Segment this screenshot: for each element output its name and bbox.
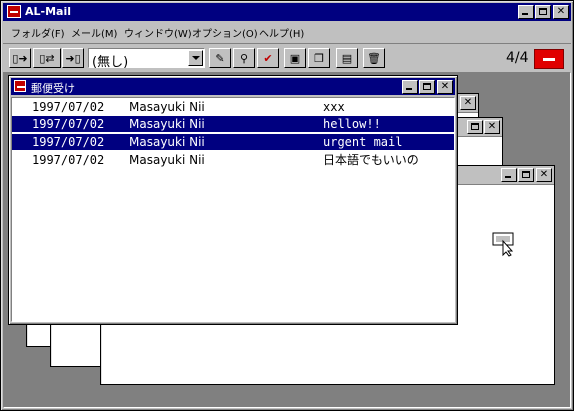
send-icon: ➜▯ <box>65 51 81 65</box>
find-icon: ⚲ <box>239 51 249 65</box>
send-receive-icon: ▯⇄ <box>39 51 55 65</box>
message-date: 1997/07/02 <box>32 135 105 149</box>
mailbox-window[interactable]: 郵便受け ✕ 1997/07/02 Masayuki Nii xxx 1997/… <box>8 75 458 325</box>
message-row[interactable]: 1997/07/02 Masayuki Nii 日本語でもいいの <box>12 152 454 168</box>
save-button[interactable]: ▣ <box>284 48 306 68</box>
find-button[interactable]: ⚲ <box>233 48 255 68</box>
mailbox-title: 郵便受け <box>31 82 75 95</box>
mdi-client-area: ✕ ✕ ✕ 郵便受け ✕ 1997/07/02 Masayuki Nii xxx… <box>3 72 571 408</box>
message-subject: urgent mail <box>323 135 403 149</box>
close-button[interactable]: ✕ <box>437 80 453 94</box>
send-receive-button[interactable]: ▯⇄ <box>33 48 61 68</box>
receive-icon: ▯➜ <box>12 51 28 65</box>
message-row[interactable]: 1997/07/02 Masayuki Nii urgent mail <box>12 134 454 150</box>
check-icon: ✔ <box>263 51 273 65</box>
message-row[interactable]: 1997/07/02 Masayuki Nii hellow!! <box>12 116 454 132</box>
maximize-button[interactable] <box>467 120 483 134</box>
drag-mail-cursor-icon <box>492 232 514 257</box>
menu-window[interactable]: ウィンドウ(W) <box>124 25 192 40</box>
mail-count: 4/4 <box>506 50 529 66</box>
send-button[interactable]: ➜▯ <box>62 48 84 68</box>
properties-button[interactable]: ▤ <box>336 48 358 68</box>
maximize-button[interactable] <box>419 80 435 94</box>
folder-select[interactable]: (無し) <box>88 48 205 70</box>
main-window: AL-Mail ✕ フォルダ(F) メール(M) ウィンドウ(W) オプション(… <box>0 0 574 411</box>
save-icon: ▣ <box>289 51 301 65</box>
message-subject: 日本語でもいいの <box>323 153 419 167</box>
close-button[interactable]: ✕ <box>536 168 552 182</box>
message-subject: xxx <box>323 100 345 114</box>
mailbox-app-icon[interactable] <box>7 5 21 18</box>
window-title: AL-Mail <box>25 5 71 18</box>
close-button[interactable]: ✕ <box>460 96 476 110</box>
copy-icon: ❐ <box>314 51 324 65</box>
toolbar: ▯➜ ▯⇄ ➜▯ (無し) ✎ ⚲ ✔ ▣ ❐ ▤ 🗑 4/4 <box>3 43 571 72</box>
maximize-button[interactable] <box>535 5 551 19</box>
trash-icon: 🗑 <box>367 51 381 65</box>
compose-button[interactable]: ✎ <box>209 48 231 68</box>
message-subject: hellow!! <box>323 117 381 131</box>
message-date: 1997/07/02 <box>32 100 105 114</box>
trash-button[interactable]: 🗑 <box>363 48 385 68</box>
folder-select-value: (無し) <box>92 55 129 70</box>
chevron-down-icon[interactable] <box>188 50 203 66</box>
message-list[interactable]: 1997/07/02 Masayuki Nii xxx 1997/07/02 M… <box>11 97 455 322</box>
window-titlebar[interactable]: AL-Mail ✕ <box>3 3 571 21</box>
close-button[interactable]: ✕ <box>553 5 569 19</box>
message-from: Masayuki Nii <box>129 117 205 131</box>
copy-button[interactable]: ❐ <box>308 48 330 68</box>
message-date: 1997/07/02 <box>32 153 105 167</box>
message-row[interactable]: 1997/07/02 Masayuki Nii xxx <box>12 99 454 115</box>
mailbox-icon[interactable] <box>14 80 26 92</box>
maximize-button[interactable] <box>518 168 534 182</box>
compose-icon: ✎ <box>215 51 225 65</box>
message-date: 1997/07/02 <box>32 117 105 131</box>
menu-bar: フォルダ(F) メール(M) ウィンドウ(W) オプション(O) ヘルプ(H) <box>3 22 571 40</box>
receive-button[interactable]: ▯➜ <box>9 48 31 68</box>
minimize-button[interactable] <box>518 5 534 19</box>
minimize-button[interactable] <box>501 168 517 182</box>
properties-icon: ▤ <box>341 51 353 65</box>
mailbox-icon[interactable] <box>534 49 564 69</box>
check-button[interactable]: ✔ <box>257 48 279 68</box>
menu-options[interactable]: オプション(O) <box>192 25 258 40</box>
menu-mail[interactable]: メール(M) <box>71 25 117 40</box>
mailbox-titlebar[interactable]: 郵便受け ✕ <box>11 78 455 95</box>
message-from: Masayuki Nii <box>129 153 205 167</box>
menu-help[interactable]: ヘルプ(H) <box>259 25 304 40</box>
minimize-button[interactable] <box>402 80 418 94</box>
close-button[interactable]: ✕ <box>484 120 500 134</box>
menu-folder[interactable]: フォルダ(F) <box>11 25 65 40</box>
message-from: Masayuki Nii <box>129 135 205 149</box>
message-from: Masayuki Nii <box>129 100 205 114</box>
